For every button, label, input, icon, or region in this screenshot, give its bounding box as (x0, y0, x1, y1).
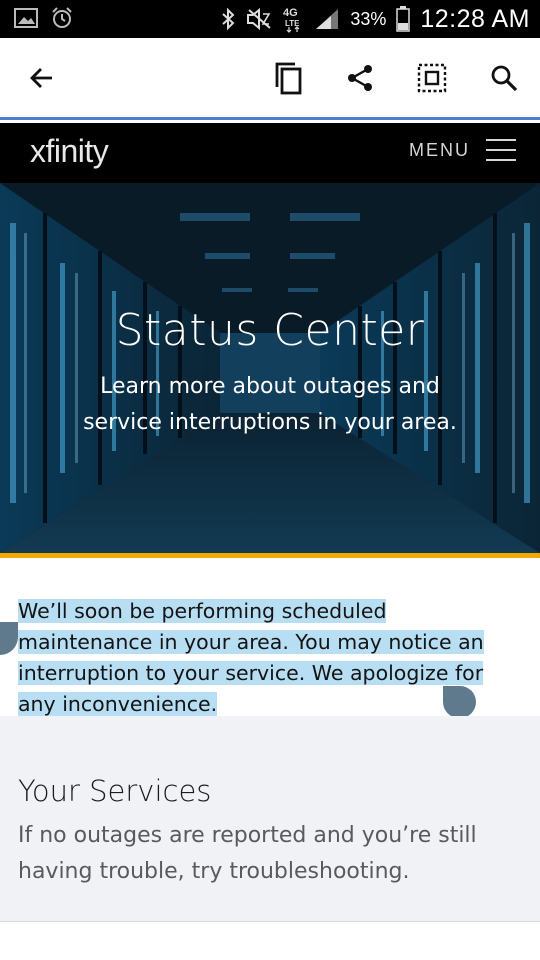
battery-percent: 33% (350, 8, 387, 29)
server-room-background (0, 183, 540, 553)
hero-banner: Status Center Learn more about outages a… (0, 183, 540, 553)
selected-notice-text: We’ll soon be performing scheduled maint… (18, 599, 484, 716)
page-bottom (0, 922, 540, 960)
search-icon (490, 64, 518, 97)
hero-title: Status Center (115, 305, 425, 356)
network-4g-icon: 4G LTE (282, 5, 304, 33)
browser-toolbar (0, 38, 540, 120)
status-bar-left (14, 6, 74, 30)
your-services-section: Your Services If no outages are reported… (0, 716, 540, 922)
share-icon (345, 63, 375, 98)
copy-icon (273, 61, 303, 100)
menu-button[interactable]: MENU (409, 139, 516, 161)
back-arrow-icon (28, 64, 56, 97)
svg-text:LTE: LTE (285, 19, 300, 28)
search-button[interactable] (484, 60, 524, 100)
status-bar-right: 4G LTE 33% 12:28 AM (220, 0, 530, 38)
back-button[interactable] (22, 60, 62, 100)
alarm-clock-icon (50, 6, 74, 30)
bluetooth-icon (220, 7, 236, 31)
services-description: If no outages are reported and you’re st… (18, 823, 477, 884)
image-icon (14, 7, 38, 29)
xfinity-logo[interactable]: xfinity (30, 133, 109, 170)
svg-text:4G: 4G (283, 7, 298, 19)
mute-icon (246, 8, 272, 30)
hamburger-icon (486, 139, 516, 161)
services-title: Your Services (18, 774, 212, 808)
clock: 12:28 AM (420, 4, 530, 33)
menu-label: MENU (409, 139, 470, 160)
signal-icon (314, 7, 340, 31)
status-bar: 4G LTE 33% 12:28 AM (0, 0, 540, 38)
battery-icon (396, 6, 411, 32)
hero-subtitle: Learn more about outages and service int… (83, 374, 457, 435)
select-all-button[interactable] (412, 60, 452, 100)
selection-handle-end[interactable] (443, 686, 476, 718)
select-all-icon (417, 63, 447, 98)
site-header: xfinity MENU (0, 123, 540, 183)
share-button[interactable] (340, 60, 380, 100)
copy-button[interactable] (268, 60, 308, 100)
